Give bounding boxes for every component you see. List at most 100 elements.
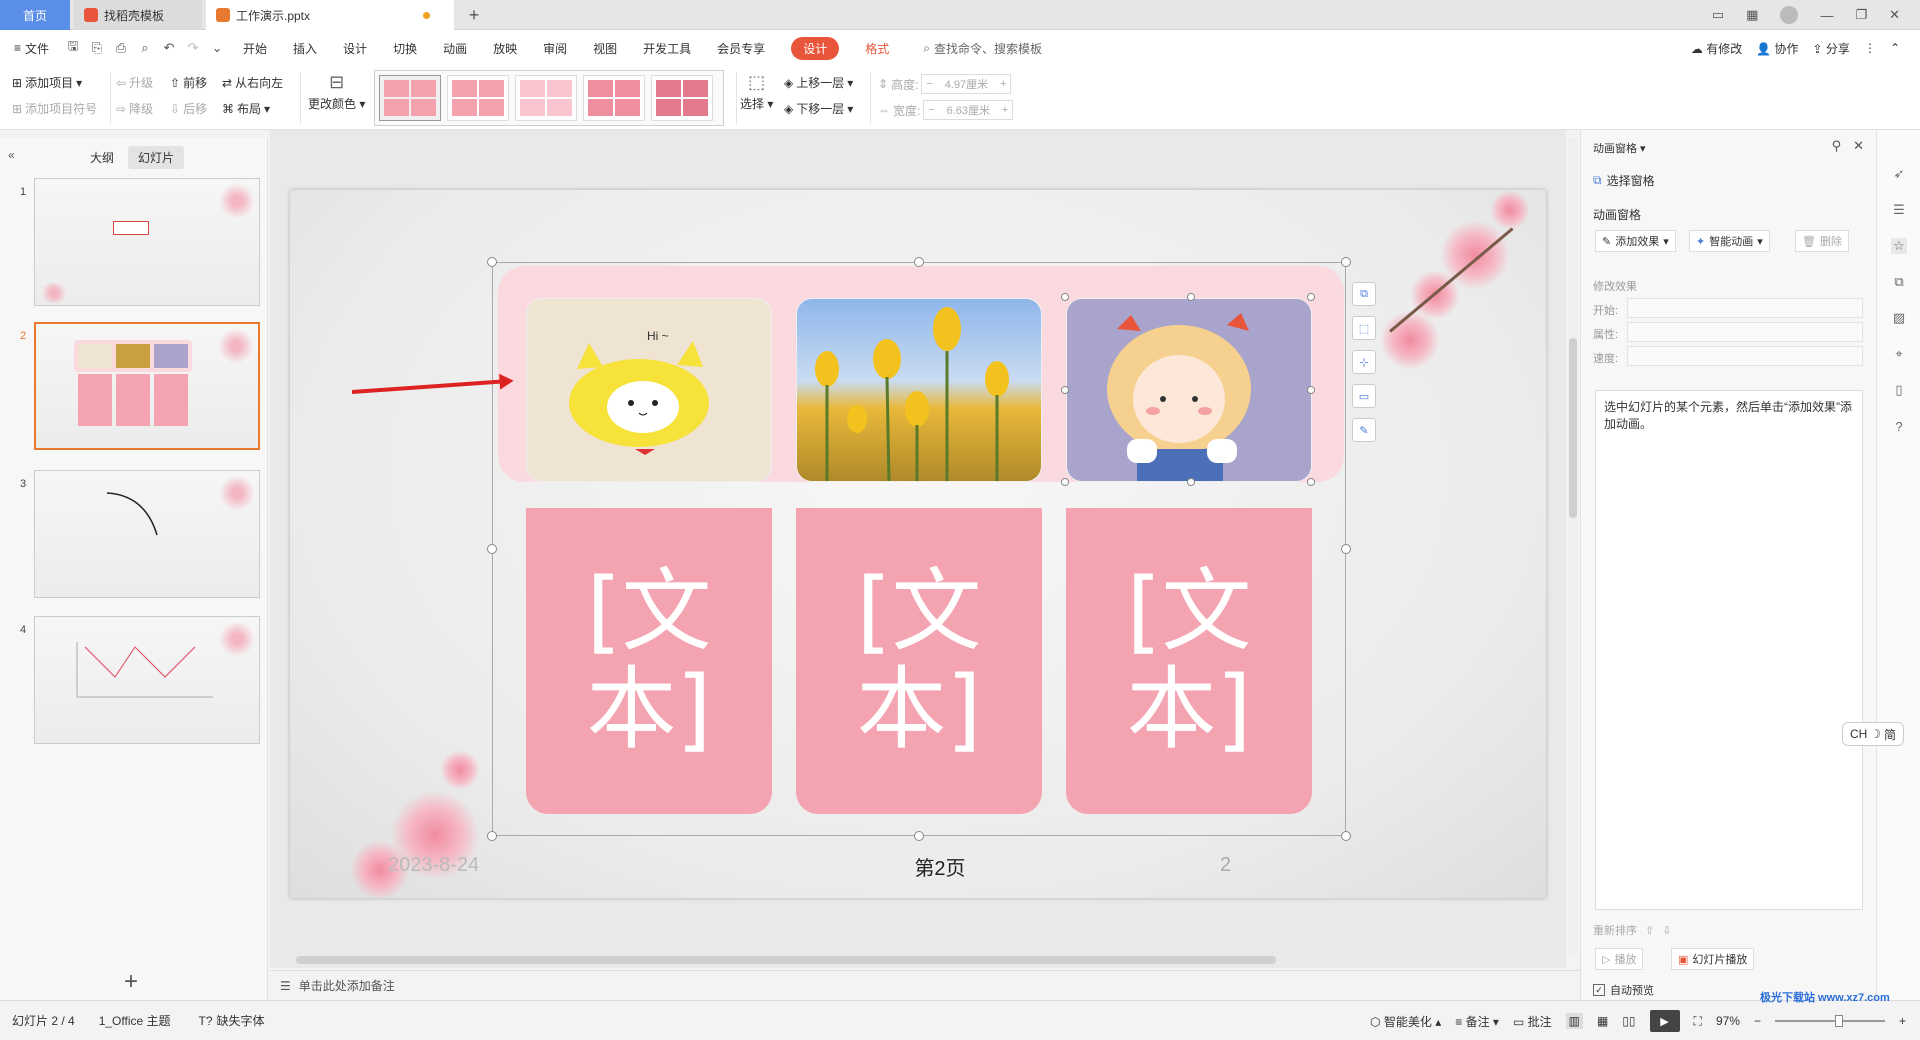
plus-icon[interactable]: + xyxy=(1002,104,1008,116)
add-item-button[interactable]: ⊞ 添加项目 ▾ xyxy=(12,74,82,91)
resize-handle[interactable] xyxy=(487,544,497,554)
add-bullet-button[interactable]: ⊞ 添加项目符号 xyxy=(12,100,97,117)
height-field[interactable]: − 4.97厘米 + xyxy=(921,74,1012,94)
zoom-slider[interactable] xyxy=(1774,1015,1885,1027)
resize-handle[interactable] xyxy=(914,831,924,841)
animation-star-icon[interactable]: ☆ xyxy=(1891,238,1907,254)
zoom-in-icon[interactable]: + xyxy=(1899,1014,1906,1028)
slide-thumbnail-3[interactable] xyxy=(34,470,260,598)
slide-thumbnail-4[interactable] xyxy=(34,616,260,744)
slide-2[interactable]: Hi ~ [文 本] [文 本] [文 本] ⧉ ⬚ ⊹ ▭ ✎ 2023-8-… xyxy=(290,190,1546,898)
send-backward-button[interactable]: ◈ 下移一层 ▾ xyxy=(784,100,853,117)
scroll-thumb[interactable] xyxy=(1569,338,1577,518)
book-icon[interactable]: ▯ xyxy=(1891,382,1907,398)
modified-button[interactable]: ☁ 有修改 xyxy=(1691,40,1742,57)
slide-thumbnail-1[interactable] xyxy=(34,178,260,306)
move-up-icon[interactable]: ⇧ xyxy=(1645,924,1654,937)
select-button[interactable]: ⬚ 选择 ▾ xyxy=(740,72,773,112)
print-preview-icon[interactable]: ⌕ xyxy=(137,40,153,56)
share-button[interactable]: ⇪ 分享 xyxy=(1813,40,1850,57)
zoom-slider-knob[interactable] xyxy=(1834,1015,1843,1027)
file-menu[interactable]: ≡ 文件 xyxy=(14,40,49,57)
layout-button[interactable]: ⌘ 布局 ▾ xyxy=(222,100,270,117)
image-icon[interactable]: ▨ xyxy=(1891,310,1907,326)
select-pane-button[interactable]: ⧉ 选择窗格 xyxy=(1593,172,1655,189)
comment-icon[interactable]: ▭ xyxy=(1352,384,1376,408)
redo-icon[interactable]: ↷ xyxy=(185,40,201,56)
resize-handle[interactable] xyxy=(1341,831,1351,841)
style-option[interactable] xyxy=(651,75,713,121)
restore-icon[interactable]: ❐ xyxy=(1855,7,1867,23)
style-option[interactable] xyxy=(447,75,509,121)
picture-handle[interactable] xyxy=(1307,478,1315,486)
pin-icon[interactable]: ⚲ xyxy=(1832,138,1842,154)
ime-indicator[interactable]: CH ☽ 简 xyxy=(1842,722,1904,746)
comments-toggle[interactable]: ▭ 批注 xyxy=(1513,1013,1552,1030)
resize-handle[interactable] xyxy=(487,831,497,841)
zoom-level[interactable]: 97% xyxy=(1716,1014,1740,1028)
slideshow-play-button[interactable]: ▶ xyxy=(1649,1010,1680,1032)
scroll-thumb[interactable] xyxy=(296,956,1276,964)
tab-template[interactable]: 找稻壳模板 xyxy=(74,0,202,30)
avatar[interactable] xyxy=(1780,6,1799,24)
move-forward-button[interactable]: ⇧ 前移 xyxy=(170,74,207,91)
minus-icon[interactable]: − xyxy=(928,104,934,116)
horizontal-scrollbar[interactable] xyxy=(278,954,1550,964)
menu-transition[interactable]: 切换 xyxy=(393,40,417,57)
promote-button[interactable]: ⇦ 升级 xyxy=(116,74,153,91)
collapse-panel-icon[interactable]: « xyxy=(8,148,15,162)
delete-button[interactable]: 🗑 删除 xyxy=(1795,230,1849,252)
style-option[interactable] xyxy=(379,75,441,121)
save-icon[interactable]: 🖫 xyxy=(65,38,81,56)
menu-insert[interactable]: 插入 xyxy=(293,40,317,57)
resize-handle[interactable] xyxy=(1341,544,1351,554)
more-icon[interactable]: ⋮ xyxy=(1864,41,1876,55)
menu-design-context[interactable]: 设计 xyxy=(791,36,840,60)
picture-handle[interactable] xyxy=(1187,478,1195,486)
command-search[interactable]: ⌕ 查找命令、搜索模板 xyxy=(923,40,1042,57)
layout-icon[interactable]: ▭ xyxy=(1712,7,1724,23)
add-effect-button[interactable]: ✎ 添加效果 ▾ xyxy=(1595,230,1676,252)
change-picture-icon[interactable]: ⧉ xyxy=(1352,282,1376,306)
help-icon[interactable]: ? xyxy=(1891,418,1907,434)
reading-view-icon[interactable]: ▯▯ xyxy=(1622,1014,1635,1028)
rocket-icon[interactable]: ➶ xyxy=(1891,166,1907,182)
menu-start[interactable]: 开始 xyxy=(243,40,267,57)
play-button[interactable]: ▷ 播放 xyxy=(1595,948,1644,970)
missing-fonts-button[interactable]: T? 缺失字体 xyxy=(199,1012,265,1029)
move-down-icon[interactable]: ⇩ xyxy=(1662,924,1671,937)
menu-view[interactable]: 视图 xyxy=(593,40,617,57)
change-color-button[interactable]: ⊟ 更改颜色 ▾ xyxy=(308,72,365,112)
settings-sliders-icon[interactable]: ☰ xyxy=(1891,202,1907,218)
minimize-icon[interactable]: — xyxy=(1820,8,1833,23)
picture-handle[interactable] xyxy=(1061,386,1069,394)
sorter-view-icon[interactable]: ▦ xyxy=(1597,1014,1608,1028)
grid-apps-icon[interactable]: ▦ xyxy=(1746,7,1758,23)
width-field[interactable]: − 6.63厘米 + xyxy=(923,100,1014,120)
layout-options-icon[interactable]: ⊹ xyxy=(1352,350,1376,374)
collab-button[interactable]: 👤 协作 xyxy=(1756,40,1798,57)
picture-handle[interactable] xyxy=(1307,293,1315,301)
new-tab-button[interactable]: + xyxy=(462,0,486,30)
fit-window-icon[interactable]: ⛶ xyxy=(1694,1014,1702,1029)
bring-forward-button[interactable]: ◈ 上移一层 ▾ xyxy=(784,74,853,91)
demote-button[interactable]: ⇨ 降级 xyxy=(116,100,153,117)
menu-member[interactable]: 会员专享 xyxy=(717,40,765,57)
right-to-left-button[interactable]: ⇄ 从右向左 xyxy=(222,74,283,91)
resize-handle[interactable] xyxy=(914,257,924,267)
menu-animation[interactable]: 动画 xyxy=(443,40,467,57)
crop-icon[interactable]: ⬚ xyxy=(1352,316,1376,340)
tab-slides[interactable]: 幻灯片 xyxy=(128,146,185,169)
close-icon[interactable]: ✕ xyxy=(1889,7,1900,23)
picture-handle[interactable] xyxy=(1061,478,1069,486)
copy-icon[interactable]: ⧉ xyxy=(1891,274,1907,290)
smart-animation-button[interactable]: ✦ 智能动画 ▾ xyxy=(1689,230,1770,252)
tab-document[interactable]: 工作演示.pptx xyxy=(206,0,454,30)
picture-handle[interactable] xyxy=(1061,293,1069,301)
picture-handle[interactable] xyxy=(1307,386,1315,394)
location-icon[interactable]: ⌖ xyxy=(1891,346,1907,362)
export-pdf-icon[interactable]: ⎘ xyxy=(89,40,105,56)
menu-developer[interactable]: 开发工具 xyxy=(643,40,691,57)
zoom-out-icon[interactable]: − xyxy=(1754,1014,1761,1028)
resize-handle[interactable] xyxy=(487,257,497,267)
